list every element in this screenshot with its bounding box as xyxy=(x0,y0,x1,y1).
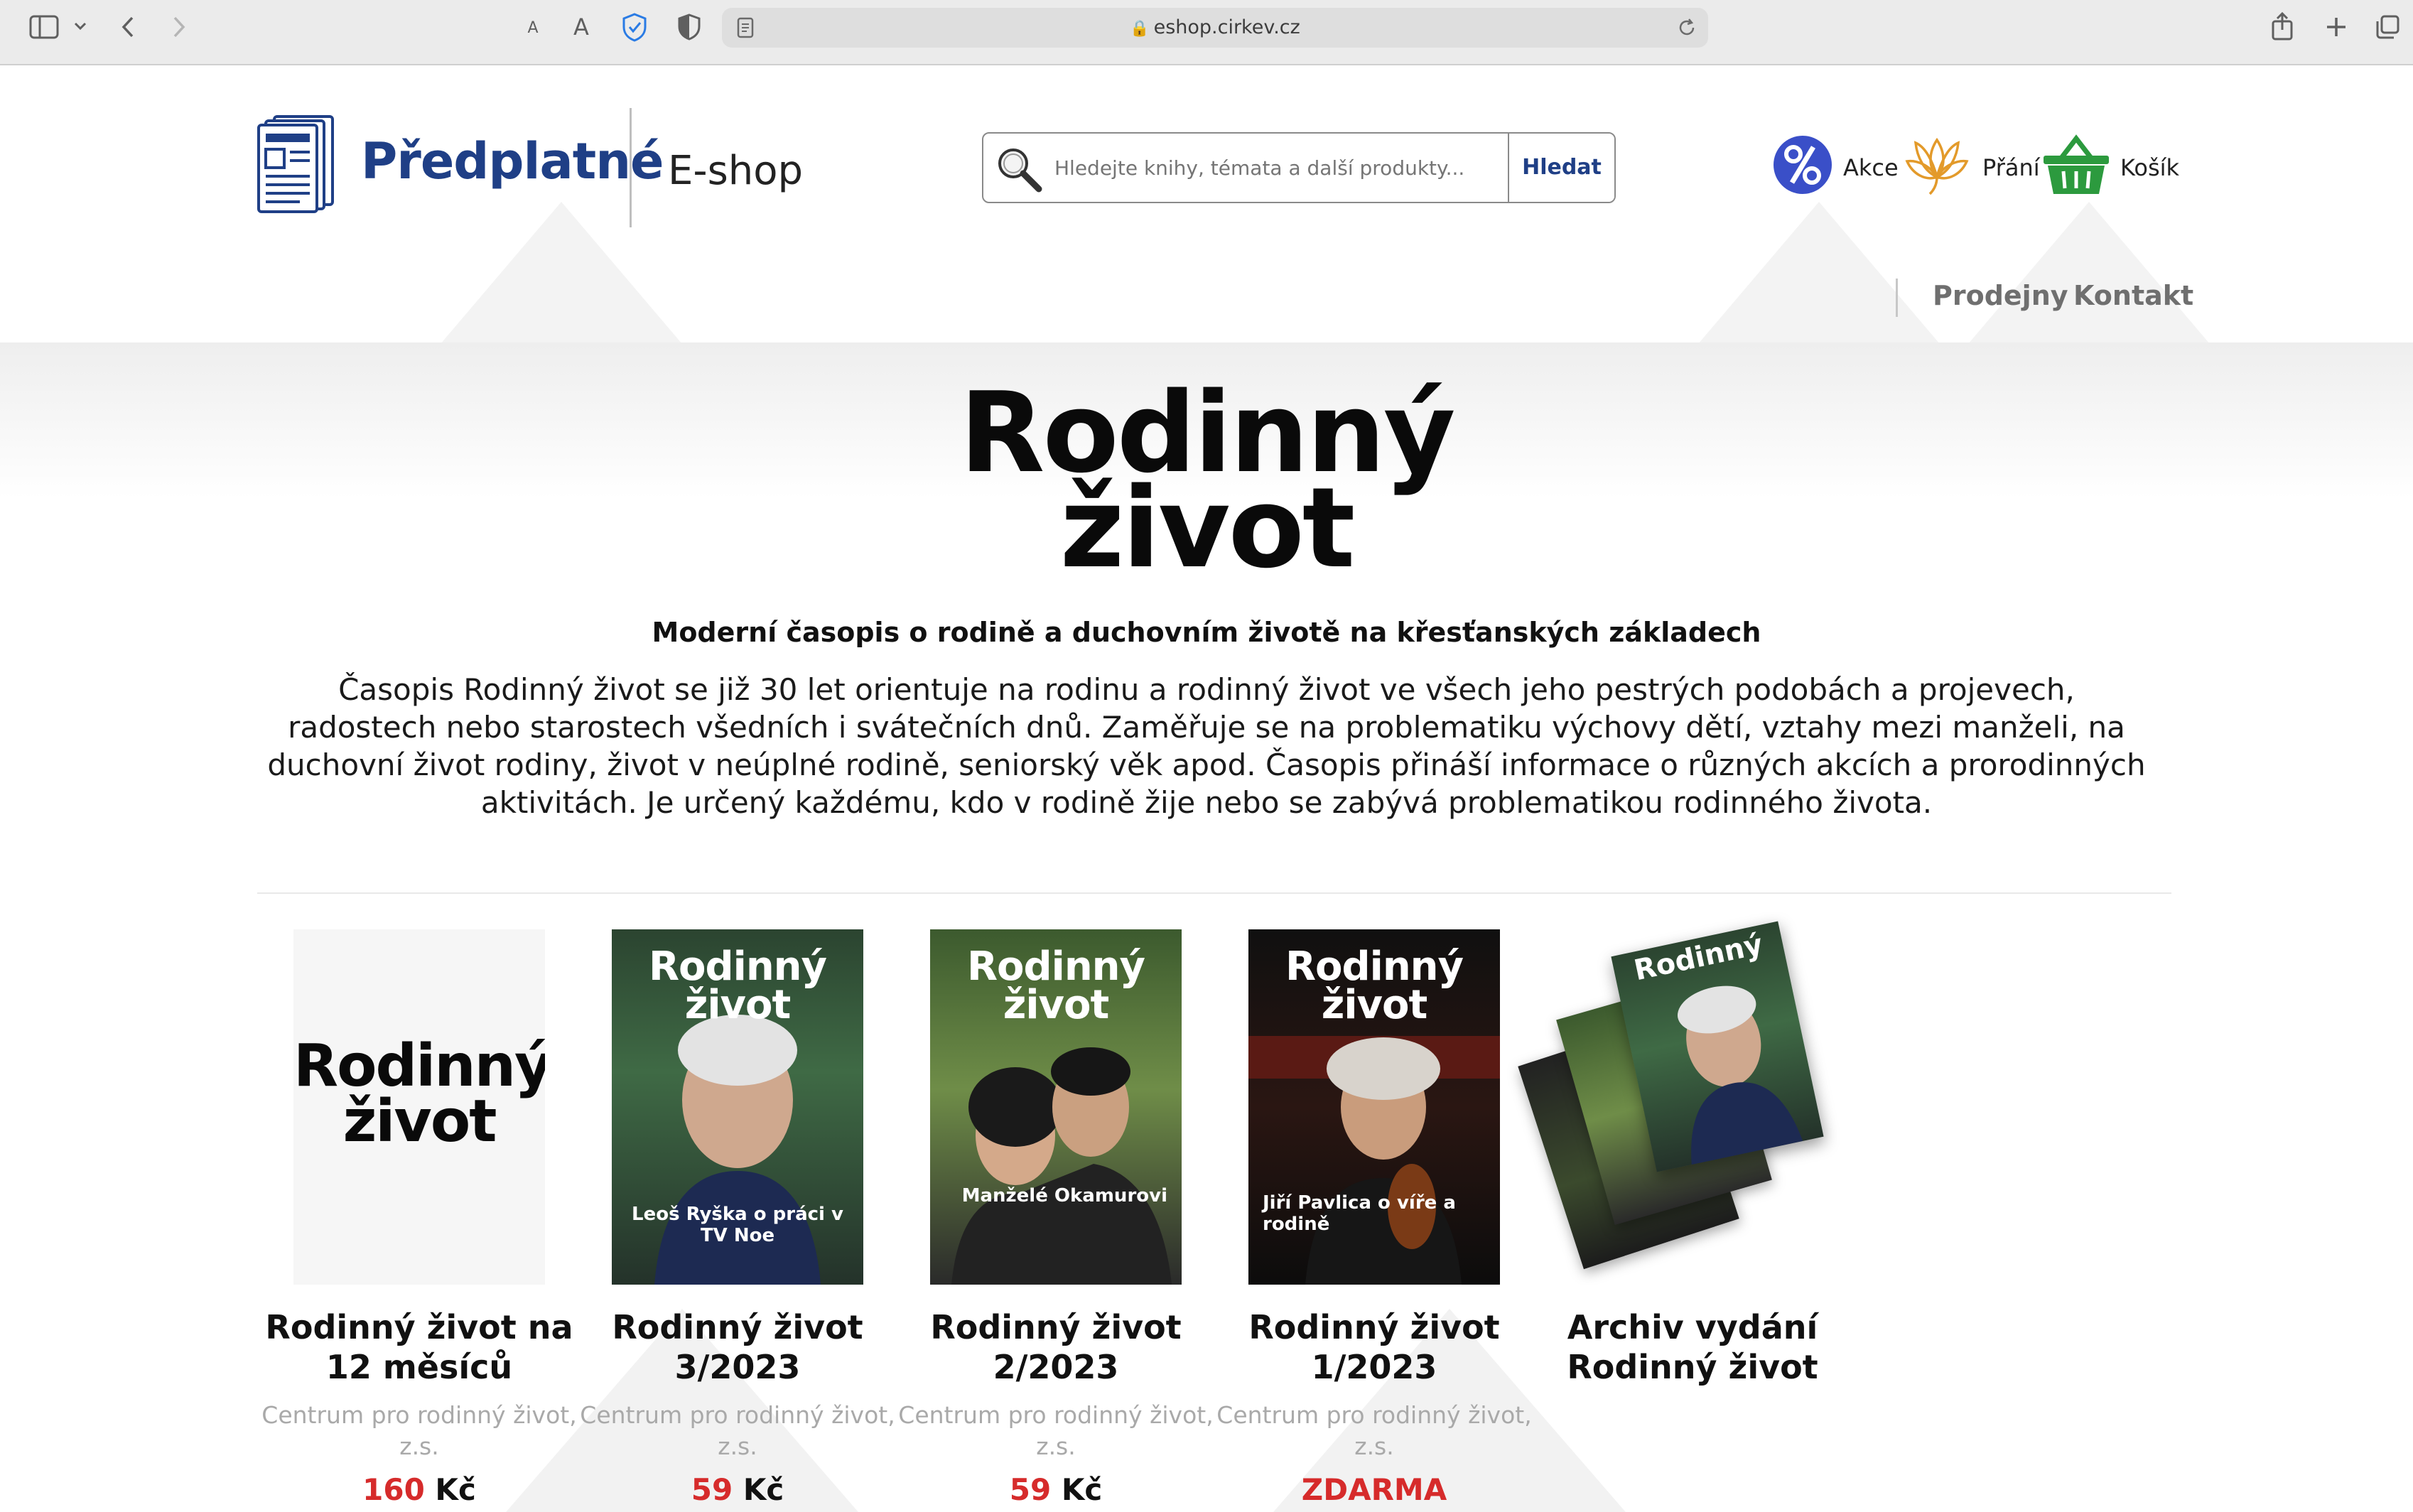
address-bar[interactable]: 🔒 eshop.cirkev.cz xyxy=(722,8,1708,48)
flower-icon xyxy=(1901,133,1972,202)
header-link-prani[interactable]: Přání xyxy=(1901,135,2040,200)
forward-arrow-icon[interactable] xyxy=(165,13,193,41)
cover-masthead: Rodinný život xyxy=(648,944,827,1028)
product-card[interactable]: Rodinný život Jiří Pavlica o víře a rodin… xyxy=(1215,929,1533,1507)
product-publisher: Centrum pro rodinný život, z.s. xyxy=(261,1401,577,1460)
cover-caption: Leoš Ryška o práci v TV Noe xyxy=(632,1204,843,1246)
product-title[interactable]: Rodinný život 2/2023 xyxy=(897,1307,1215,1387)
site-header: Předplatné E-shop Hledat Akce xyxy=(0,67,2413,344)
product-card[interactable]: Rodinný život Rodinný život na 12 měsíců… xyxy=(260,929,578,1507)
decor-triangle xyxy=(1698,202,1940,344)
nav-item-kontakt[interactable]: Kontakt xyxy=(2073,280,2193,311)
header-link-label: Košík xyxy=(2120,154,2180,181)
cover-artwork: Rodinný život Jiří Pavlica o víře a rodin… xyxy=(1248,929,1500,1285)
header-link-kosik[interactable]: Košík xyxy=(2042,133,2180,202)
back-arrow-icon[interactable] xyxy=(114,13,142,41)
cover-text: život xyxy=(342,1088,497,1155)
share-icon[interactable] xyxy=(2268,10,2296,43)
svg-text:Rodinný: Rodinný xyxy=(1631,928,1766,987)
product-card[interactable]: Rodinný život Manželé Okamurovi Rodinný ž… xyxy=(897,929,1215,1507)
search-icon xyxy=(993,144,1044,198)
logo-divider xyxy=(630,108,632,227)
nav-divider xyxy=(1896,279,1898,317)
basket-icon xyxy=(2042,133,2110,202)
chevron-down-icon[interactable] xyxy=(70,16,91,37)
divider xyxy=(257,892,2171,894)
page-subtitle: Moderní časopis o rodině a duchovním živ… xyxy=(652,617,1761,648)
price-value: 59 xyxy=(1009,1472,1052,1507)
sidebar-toggle-icon[interactable] xyxy=(27,13,61,41)
cover-artwork: Rodinný život Leoš Ryška o práci v TV Noe xyxy=(612,929,863,1285)
cover-text: Rodinný xyxy=(293,1032,545,1100)
price-value: 160 xyxy=(362,1472,425,1507)
product-cover[interactable]: Rodinný život Manželé Okamurovi xyxy=(930,929,1182,1285)
product-title[interactable]: Rodinný život 1/2023 xyxy=(1215,1307,1533,1387)
product-price: 59 Kč xyxy=(578,1472,897,1507)
main-content: Rodinný život Moderní časopis o rodině a… xyxy=(0,342,2413,1512)
product-title[interactable]: Archiv vydání Rodinný život xyxy=(1533,1307,1852,1387)
font-smaller-button[interactable]: A xyxy=(523,16,543,40)
new-tab-icon[interactable] xyxy=(2322,13,2350,41)
product-cover[interactable]: Rodinný život xyxy=(293,929,545,1285)
reload-icon[interactable] xyxy=(1675,16,1698,39)
search-input[interactable] xyxy=(1054,134,1495,202)
product-cover[interactable]: Rodinný život Jiří Pavlica o víře a rodin… xyxy=(1248,929,1500,1285)
privacy-shield-icon[interactable] xyxy=(675,11,703,43)
product-price: 160 Kč xyxy=(260,1472,578,1507)
newspaper-logo-icon[interactable] xyxy=(257,114,335,213)
price-currency: Kč xyxy=(743,1472,784,1507)
logo-title[interactable]: Předplatné xyxy=(361,132,664,190)
header-link-label: Přání xyxy=(1982,154,2040,181)
product-card[interactable]: Rodinný Archiv vydání Rodinný život xyxy=(1518,921,1852,1387)
address-url: eshop.cirkev.cz xyxy=(1153,16,1300,38)
price-currency: Kč xyxy=(435,1472,476,1507)
product-publisher: Centrum pro rodinný život, z.s. xyxy=(580,1401,895,1460)
product-card[interactable]: Rodinný život Leoš Ryška o práci v TV Noe… xyxy=(578,929,897,1507)
decor-triangle xyxy=(441,202,682,344)
price-value: 59 xyxy=(691,1472,733,1507)
percent-icon xyxy=(1772,134,1833,201)
lock-icon: 🔒 xyxy=(1130,20,1150,38)
product-publisher: Centrum pro rodinný život, z.s. xyxy=(898,1401,1214,1460)
product-cover[interactable]: Rodinný život Leoš Ryška o práci v TV Noe xyxy=(612,929,863,1285)
product-publisher: Centrum pro rodinný život, z.s. xyxy=(1216,1401,1532,1460)
shield-check-icon[interactable] xyxy=(620,11,649,43)
browser-toolbar: A A 🔒 eshop.cirkev.cz xyxy=(0,0,2413,65)
decor-triangle xyxy=(1968,202,2210,344)
product-title[interactable]: Rodinný život 3/2023 xyxy=(578,1307,897,1387)
price-currency: Kč xyxy=(1061,1472,1103,1507)
search-box: Hledat xyxy=(982,132,1616,203)
nav-item-prodejny[interactable]: Prodejny xyxy=(1933,280,2068,311)
stacked-covers-image: Rodinný xyxy=(1518,921,1845,1285)
tab-overview-icon[interactable] xyxy=(2373,11,2402,43)
page-description: Časopis Rodinný život se již 30 let orie… xyxy=(267,672,2146,820)
cover-caption: Manželé Okamurovi xyxy=(961,1185,1167,1206)
product-cover[interactable]: Rodinný xyxy=(1518,921,1845,1285)
price-value: ZDARMA xyxy=(1301,1472,1447,1507)
cover-caption: Jiří Pavlica o víře a rodině xyxy=(1263,1192,1456,1235)
cover-masthead: Rodinný život xyxy=(1285,944,1464,1028)
search-button[interactable]: Hledat xyxy=(1508,134,1614,202)
cover-artwork: Rodinný život Manželé Okamurovi xyxy=(930,929,1182,1285)
page-title: Rodinný život xyxy=(711,377,1702,593)
font-larger-button[interactable]: A xyxy=(568,13,594,41)
header-link-akce[interactable]: Akce xyxy=(1772,135,1899,200)
logo-subtitle[interactable]: E-shop xyxy=(668,148,803,194)
product-price: 59 Kč xyxy=(897,1472,1215,1507)
product-price: ZDARMA xyxy=(1215,1472,1533,1507)
cover-masthead: Rodinný život xyxy=(966,944,1145,1028)
product-title[interactable]: Rodinný život na 12 měsíců xyxy=(260,1307,578,1387)
page-title-line: život xyxy=(1059,463,1356,593)
header-link-label: Akce xyxy=(1843,154,1899,181)
